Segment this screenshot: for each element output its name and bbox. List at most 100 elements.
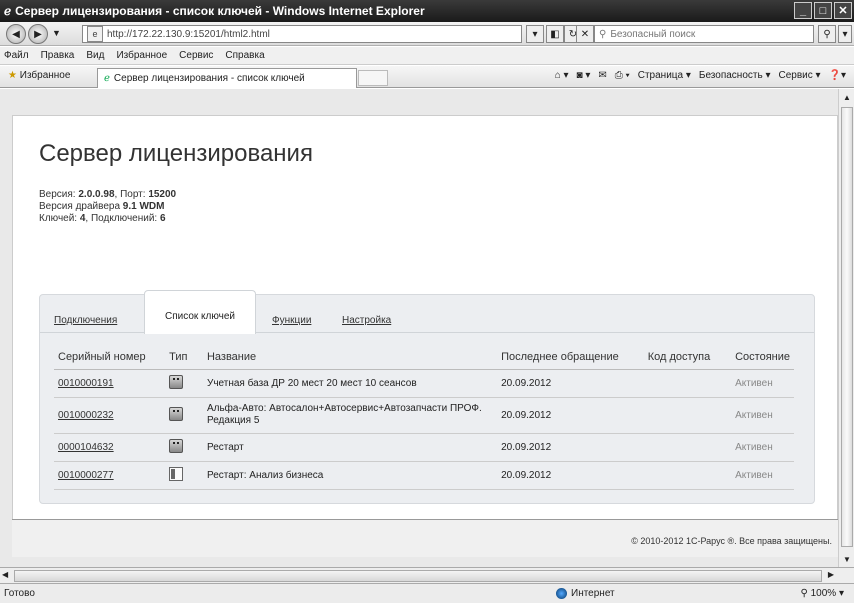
rss-icon[interactable]: ◙ ▾ [577, 70, 591, 81]
last-access: 20.09.2012 [497, 433, 644, 462]
compat-icon[interactable]: ◧ [546, 25, 564, 43]
ie-icon: ℯ [4, 4, 12, 18]
access-code [643, 461, 732, 490]
ie-icon: ℯ [104, 73, 110, 84]
stop-button[interactable]: ✕ [576, 25, 594, 43]
search-input[interactable]: ⚲ Безопасный поиск [594, 25, 814, 43]
key-state: Активен [731, 461, 794, 490]
home-icon[interactable]: ⌂ ▾ [555, 70, 569, 81]
tab-settings[interactable]: Настройка [342, 315, 391, 326]
last-access: 20.09.2012 [497, 397, 644, 434]
cmd-safety[interactable]: Безопасность ▾ [699, 70, 771, 81]
col-last-access: Последнее обращение [497, 345, 644, 370]
tab-connections[interactable]: Подключения [54, 315, 117, 326]
zoom-control[interactable]: ⚲ 100% ▾ [801, 588, 845, 599]
menu-tools[interactable]: Сервис [179, 50, 213, 61]
close-button[interactable]: ✕ [834, 2, 852, 19]
search-icon: ⚲ [599, 28, 607, 40]
driver-value: 9.1 WDM [122, 201, 165, 212]
favorites-bar: ★ Избранное ℯ Сервер лицензирования - сп… [0, 66, 854, 88]
last-access: 20.09.2012 [497, 369, 644, 398]
access-code [643, 397, 732, 434]
scroll-left-icon[interactable]: ◀ [2, 570, 8, 579]
security-zone[interactable]: Интернет [556, 588, 615, 599]
new-tab-button[interactable] [358, 70, 388, 86]
search-button[interactable]: ⚲ [818, 25, 836, 43]
keys-table: Серийный номер Тип Название Последнее об… [54, 345, 794, 490]
port-value: 15200 [148, 189, 177, 200]
search-options-button[interactable]: ▾ [838, 25, 852, 43]
favorites-button[interactable]: ★ Избранное [8, 70, 70, 81]
history-dropdown-icon[interactable]: ▼ [52, 28, 61, 38]
usb-key-icon [169, 406, 184, 421]
software-key-icon [169, 466, 184, 481]
page-content: Сервер лицензирования Версия: 2.0.0.98, … [12, 115, 838, 519]
copyright-text: © 2010-2012 1С-Рарус ®. Все права защище… [631, 536, 832, 546]
key-name: Рестарт: Анализ бизнеса [202, 461, 498, 490]
hscroll-thumb[interactable] [14, 570, 822, 582]
tab-strip: Подключения Список ключей Функции Настро… [40, 290, 814, 334]
key-state: Активен [731, 369, 794, 398]
print-icon[interactable]: ⎙ ▾ [615, 70, 630, 81]
version-value: 2.0.0.98 [78, 189, 115, 200]
status-text: Готово [4, 588, 35, 599]
key-state: Активен [731, 433, 794, 462]
access-code [643, 369, 732, 398]
tab-keys[interactable]: Список ключей [144, 290, 256, 334]
star-icon: ★ [8, 70, 17, 81]
url-input[interactable]: e http://172.22.130.9:15201/html2.html [82, 25, 522, 43]
vertical-scrollbar[interactable]: ▲ ▼ [838, 89, 854, 567]
serial-link[interactable]: 0010000232 [58, 410, 114, 421]
cmd-tools[interactable]: Сервис ▾ [778, 70, 820, 81]
page-title: Сервер лицензирования [39, 140, 313, 167]
key-name: Альфа-Авто: Автосалон+Автосервис+Автозап… [202, 397, 498, 434]
menu-bar: Файл Правка Вид Избранное Сервис Справка [0, 47, 854, 65]
table-row: 0010000232 Альфа-Авто: Автосалон+Автосер… [54, 397, 794, 434]
window-titlebar: ℯ Сервер лицензирования - список ключей … [0, 0, 854, 22]
scroll-down-icon[interactable]: ▼ [841, 553, 853, 565]
forward-button[interactable]: ▶ [28, 24, 48, 44]
col-name: Название [202, 345, 498, 370]
command-bar: ⌂ ▾ ◙ ▾ ✉ ⎙ ▾ Страница ▾ Безопасность ▾ … [555, 70, 846, 81]
address-bar: ◀ ▶ ▼ e http://172.22.130.9:15201/html2.… [0, 22, 854, 46]
table-row: 0000104632 Рестарт 20.09.2012 Активен [54, 433, 794, 462]
col-state: Состояние [731, 345, 794, 370]
menu-edit[interactable]: Правка [41, 50, 75, 61]
table-row: 0010000191 Учетная база ДР 20 мест 20 ме… [54, 369, 794, 398]
scroll-up-icon[interactable]: ▲ [841, 91, 853, 103]
horizontal-scrollbar[interactable]: ◀ ▶ [0, 567, 854, 583]
col-type: Тип [165, 345, 203, 370]
zoom-icon: ⚲ [800, 588, 808, 599]
cmd-page[interactable]: Страница ▾ [638, 70, 691, 81]
connections-count: 6 [159, 213, 166, 224]
scroll-right-icon[interactable]: ▶ [828, 570, 834, 579]
browser-tab[interactable]: ℯ Сервер лицензирования - список ключей [97, 68, 357, 88]
col-access-code: Код доступа [643, 345, 732, 370]
mail-icon[interactable]: ✉ [598, 70, 606, 81]
maximize-button[interactable]: □ [814, 2, 832, 19]
serial-link[interactable]: 0010000277 [58, 470, 114, 481]
back-button[interactable]: ◀ [6, 24, 26, 44]
access-code [643, 433, 732, 462]
tab-functions[interactable]: Функции [272, 315, 311, 326]
col-serial: Серийный номер [54, 345, 166, 370]
server-info: Версия: 2.0.0.98, Порт: 15200 Версия дра… [39, 189, 177, 224]
help-icon[interactable]: ❓▾ [829, 70, 846, 81]
last-access: 20.09.2012 [497, 461, 644, 490]
page-footer: © 2010-2012 1С-Рарус ®. Все права защище… [12, 519, 838, 557]
url-dropdown-button[interactable]: ▾ [526, 25, 544, 43]
table-row: 0010000277 Рестарт: Анализ бизнеса 20.09… [54, 461, 794, 490]
menu-view[interactable]: Вид [86, 50, 104, 61]
menu-file[interactable]: Файл [4, 50, 29, 61]
key-state: Активен [731, 397, 794, 434]
window-title: Сервер лицензирования - список ключей - … [15, 4, 425, 18]
menu-help[interactable]: Справка [225, 50, 264, 61]
minimize-button[interactable]: _ [794, 2, 812, 19]
menu-favorites[interactable]: Избранное [116, 50, 167, 61]
scroll-thumb[interactable] [841, 107, 853, 547]
key-name: Учетная база ДР 20 мест 20 мест 10 сеанс… [202, 369, 498, 398]
serial-link[interactable]: 0000104632 [58, 442, 114, 453]
keys-panel: Подключения Список ключей Функции Настро… [39, 290, 815, 504]
serial-link[interactable]: 0010000191 [58, 378, 114, 389]
status-bar: Готово Интернет ⚲ 100% ▾ [0, 583, 854, 603]
